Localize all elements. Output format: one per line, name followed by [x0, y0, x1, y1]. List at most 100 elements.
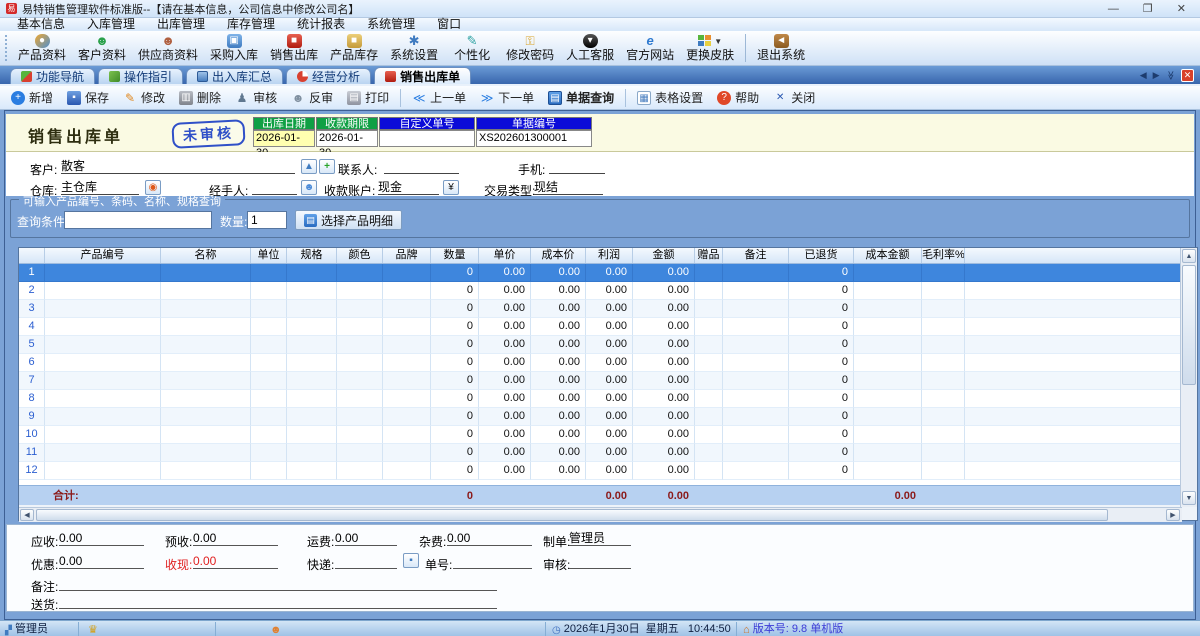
- table-row[interactable]: 600.000.000.000.000: [19, 354, 1181, 372]
- phone-field[interactable]: [549, 159, 605, 174]
- column-header[interactable]: 成本金额: [854, 248, 922, 263]
- outbound-date-field[interactable]: 2026-01-30: [253, 130, 315, 147]
- scroll-down-icon[interactable]: ▼: [1182, 491, 1196, 505]
- column-header[interactable]: 产品编号: [45, 248, 161, 263]
- handler-field[interactable]: [252, 180, 297, 195]
- table-row[interactable]: 900.000.000.000.000: [19, 408, 1181, 426]
- help-button[interactable]: ?帮助: [710, 88, 766, 108]
- table-row[interactable]: 100.000.000.000.000: [19, 264, 1181, 282]
- remark-field[interactable]: [59, 576, 497, 591]
- column-header[interactable]: 规格: [287, 248, 337, 263]
- tab-business-analysis[interactable]: 经营分析: [286, 68, 371, 84]
- tab-scroll-left-icon[interactable]: ◀: [1140, 70, 1147, 81]
- column-header[interactable]: 赠品: [695, 248, 723, 263]
- column-header[interactable]: 成本价: [531, 248, 586, 263]
- official-website-button[interactable]: e 官方网站: [620, 32, 680, 65]
- menu-window[interactable]: 窗口: [426, 18, 472, 31]
- table-row[interactable]: 1100.000.000.000.000: [19, 444, 1181, 462]
- menu-system[interactable]: 系统管理: [356, 18, 426, 31]
- tab-inout-summary[interactable]: 出入库汇总: [186, 68, 283, 84]
- scroll-left-icon[interactable]: ◀: [20, 509, 34, 521]
- scroll-up-icon[interactable]: ▲: [1182, 249, 1196, 263]
- warehouse-picker-icon[interactable]: ◉: [145, 180, 161, 195]
- print-button[interactable]: ▤打印: [340, 88, 396, 108]
- column-header[interactable]: 名称: [161, 248, 251, 263]
- tab-sales-outbound-order[interactable]: 销售出库单: [374, 67, 471, 84]
- restore-icon[interactable]: ❐: [1143, 1, 1153, 17]
- tab-scroll-right-icon[interactable]: ▶: [1153, 70, 1160, 81]
- change-password-button[interactable]: ⚿ 修改密码: [500, 32, 560, 65]
- close-icon[interactable]: ✕: [1177, 1, 1186, 17]
- menu-inbound[interactable]: 入库管理: [76, 18, 146, 31]
- table-row[interactable]: 1000.000.000.000.000: [19, 426, 1181, 444]
- prepaid-field[interactable]: 0.00: [193, 531, 278, 546]
- tab-operation-guide[interactable]: 操作指引: [98, 68, 183, 84]
- personalize-button[interactable]: ✎ 个性化: [444, 32, 500, 65]
- menu-basic-info[interactable]: 基本信息: [6, 18, 76, 31]
- close-tab-button[interactable]: ✕关闭: [766, 88, 822, 108]
- payment-deadline-field[interactable]: 2026-01-30: [316, 130, 378, 147]
- supplier-info-button[interactable]: ☻ 供应商资料: [132, 32, 204, 65]
- column-header[interactable]: 颜色: [337, 248, 383, 263]
- freight-field[interactable]: 0.00: [335, 531, 397, 546]
- product-info-button[interactable]: ● 产品资料: [12, 32, 72, 65]
- customer-service-button[interactable]: ▾ 人工客服: [560, 32, 620, 65]
- express-picker-icon[interactable]: ▪: [403, 553, 419, 568]
- column-header[interactable]: 数量: [431, 248, 479, 263]
- table-row[interactable]: 200.000.000.000.000: [19, 282, 1181, 300]
- unaudit-button[interactable]: ☻反审: [284, 88, 340, 108]
- vip-badge[interactable]: ♛: [88, 623, 98, 636]
- table-row[interactable]: 500.000.000.000.000: [19, 336, 1181, 354]
- tab-close-button[interactable]: ✕: [1181, 69, 1194, 82]
- change-skin-button[interactable]: ▼ 更换皮肤: [680, 32, 740, 65]
- table-row[interactable]: 1200.000.000.000.000: [19, 462, 1181, 480]
- column-header[interactable]: 品牌: [383, 248, 431, 263]
- edit-button[interactable]: ✎修改: [116, 88, 172, 108]
- misc-fee-field[interactable]: 0.00: [447, 531, 532, 546]
- previous-order-button[interactable]: ≪上一单: [405, 88, 473, 108]
- table-row[interactable]: 800.000.000.000.000: [19, 390, 1181, 408]
- customer-picker-icon[interactable]: ▲: [301, 159, 317, 174]
- menu-inventory[interactable]: 库存管理: [216, 18, 286, 31]
- account-field[interactable]: 现金: [378, 180, 439, 195]
- hscroll-thumb[interactable]: [36, 509, 1108, 521]
- discount-field[interactable]: 0.00: [59, 554, 144, 569]
- tab-function-nav[interactable]: 功能导航: [10, 68, 95, 84]
- tracking-number-field[interactable]: [453, 554, 532, 569]
- order-query-button[interactable]: ▤单据查询: [541, 88, 621, 108]
- customer-field[interactable]: 散客: [61, 159, 295, 174]
- exit-system-button[interactable]: ◄ 退出系统: [751, 32, 811, 65]
- product-stock-button[interactable]: ■ 产品库存: [324, 32, 384, 65]
- query-condition-input[interactable]: [64, 211, 212, 229]
- delivery-field[interactable]: [59, 594, 497, 609]
- trade-type-field[interactable]: 现结: [534, 180, 603, 195]
- system-settings-button[interactable]: ✱ 系统设置: [384, 32, 444, 65]
- table-row[interactable]: 300.000.000.000.000: [19, 300, 1181, 318]
- next-order-button[interactable]: ≫下一单: [473, 88, 541, 108]
- horizontal-scrollbar[interactable]: ◀ ▶: [19, 507, 1182, 522]
- column-header[interactable]: 利润: [586, 248, 633, 263]
- warehouse-field[interactable]: 主仓库: [61, 180, 139, 195]
- save-button[interactable]: ▪保存: [60, 88, 116, 108]
- new-button[interactable]: +新增: [4, 88, 60, 108]
- add-customer-icon[interactable]: +: [319, 159, 335, 174]
- service-person[interactable]: ☻: [270, 623, 282, 636]
- table-row[interactable]: 700.000.000.000.000: [19, 372, 1181, 390]
- express-field[interactable]: [335, 554, 397, 569]
- menu-outbound[interactable]: 出库管理: [146, 18, 216, 31]
- minimize-icon[interactable]: —: [1108, 1, 1119, 17]
- column-header[interactable]: 毛利率%: [922, 248, 965, 263]
- customer-info-button[interactable]: ☻ 客户资料: [72, 32, 132, 65]
- purchase-inbound-button[interactable]: ▣ 采购入库: [204, 32, 264, 65]
- order-number-field[interactable]: XS202601300001: [476, 130, 592, 147]
- contact-field[interactable]: [384, 159, 459, 174]
- grid-settings-button[interactable]: ▦表格设置: [630, 88, 710, 108]
- column-header[interactable]: 单价: [479, 248, 531, 263]
- handler-picker-icon[interactable]: ☻: [301, 180, 317, 195]
- scroll-right-icon[interactable]: ▶: [1166, 509, 1180, 521]
- vscroll-thumb[interactable]: [1182, 265, 1196, 385]
- table-row[interactable]: 400.000.000.000.000: [19, 318, 1181, 336]
- menu-reports[interactable]: 统计报表: [286, 18, 356, 31]
- currency-picker-icon[interactable]: ¥: [443, 180, 459, 195]
- sales-outbound-button[interactable]: ■ 销售出库: [264, 32, 324, 65]
